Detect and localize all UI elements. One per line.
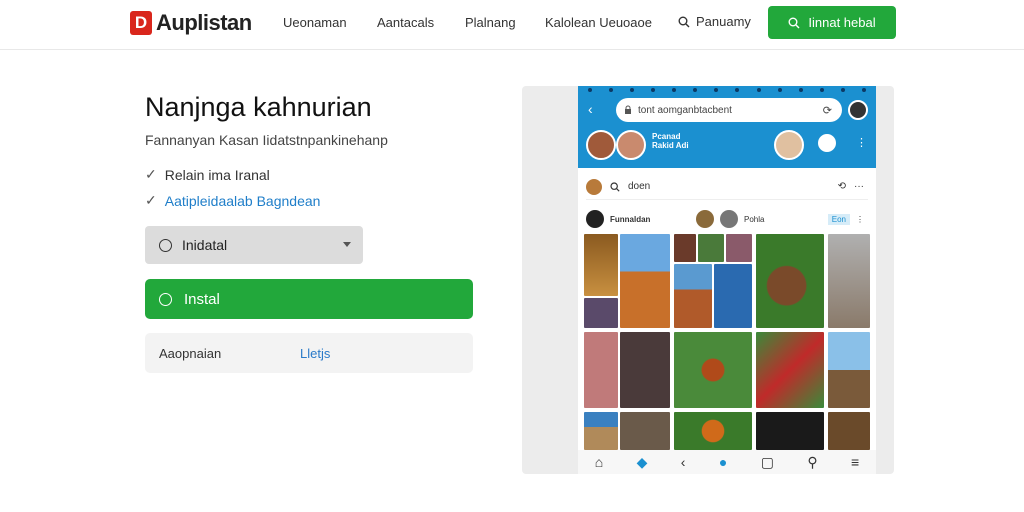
install-button[interactable]: Instal [145, 279, 473, 319]
avatar [586, 130, 616, 160]
nav-link-4[interactable]: Kalolean Ueuoaoe [545, 15, 652, 30]
post-header: Funnaldan Pohla Eon ⋮ [586, 204, 868, 234]
status-bar [588, 88, 866, 94]
search-icon [610, 181, 620, 192]
logo-text: Auplistan [156, 10, 252, 35]
menu-icon[interactable]: ≡ [851, 454, 859, 470]
avatar [616, 130, 646, 160]
avatar [586, 210, 604, 228]
avatar [720, 210, 738, 228]
more-icon[interactable]: ··· [854, 181, 864, 192]
url-text: tont aomganbtacbent [638, 104, 732, 116]
back-arrow-icon[interactable]: ‹ [588, 101, 593, 117]
post-title: Funnaldan [610, 214, 651, 224]
photo-tile[interactable] [726, 234, 752, 262]
photo-tile[interactable] [828, 332, 870, 408]
search-icon [788, 17, 800, 28]
nav-link-1[interactable]: Ueonaman [283, 15, 347, 30]
photo-tile[interactable] [620, 234, 670, 328]
more-icon[interactable]: ⋮ [856, 136, 867, 149]
nav-link-3[interactable]: Plalnang [465, 15, 516, 30]
photo-tile[interactable] [828, 234, 870, 328]
photo-tile[interactable] [620, 332, 670, 408]
nav-link-2[interactable]: Aantacals [377, 15, 434, 30]
info-row: Aaopnaian Lletjs [145, 333, 473, 373]
lock-icon [625, 105, 631, 114]
post-sub: Pohla [744, 214, 765, 224]
photo-tile[interactable] [756, 412, 824, 450]
app-preview: ‹ tont aomganbtacbent ⟳ Pcanad Rakid Adi… [522, 86, 894, 474]
edit-icon[interactable]: ⟲ [838, 181, 846, 192]
photo-tile[interactable] [674, 264, 712, 328]
phone-header: ‹ tont aomganbtacbent ⟳ Pcanad Rakid Adi… [578, 86, 876, 168]
home-icon[interactable]: ⌂ [595, 454, 603, 470]
logo-icon: D [130, 11, 152, 35]
profile-sub: Rakid Adi [652, 141, 689, 150]
url-bar[interactable]: tont aomganbtacbent ⟳ [616, 98, 842, 122]
nav-search-label: Panuamy [696, 14, 751, 29]
feature-item-1: ✓ Relain ima Iranal [145, 166, 270, 183]
radio-icon [159, 238, 172, 252]
install-header-label: Iinnat hebal [808, 15, 876, 30]
profile-name-block: Pcanad Rakid Adi [652, 132, 689, 150]
photo-tile[interactable] [698, 234, 724, 262]
photo-tile[interactable] [584, 234, 618, 296]
more-icon[interactable]: ⋮ [856, 215, 864, 224]
brand-logo[interactable]: D Auplistan [130, 10, 252, 36]
photo-tile[interactable] [584, 298, 618, 328]
share-icon[interactable]: ● [719, 454, 727, 470]
photo-tile[interactable] [674, 234, 696, 262]
avatar [696, 210, 714, 228]
avatar[interactable] [848, 100, 868, 120]
feature-label-1: Relain ima Iranal [164, 166, 270, 183]
avatar [586, 178, 602, 195]
photo-tile[interactable] [674, 412, 752, 450]
check-icon: ✓ [145, 192, 157, 208]
bookmark-icon[interactable]: ▢ [761, 454, 774, 471]
photo-tile[interactable] [756, 234, 824, 328]
chevron-down-icon [343, 242, 351, 247]
option-select-value: Inidatal [182, 237, 228, 253]
phone-bottom-nav: ⌂ ◆ ‹ ● ▢ ⚲ ≡ [578, 450, 876, 474]
photo-tile[interactable] [714, 264, 752, 328]
photo-tile[interactable] [674, 332, 752, 408]
top-header: D Auplistan Ueonaman Aantacals Plalnang … [0, 0, 1024, 50]
page-subtitle: Fannanyan Kasan Iidatstnpankinehanp [145, 132, 388, 148]
photo-tile[interactable] [756, 332, 824, 408]
chevron-left-icon[interactable]: ‹ [681, 454, 686, 470]
photo-tile[interactable] [584, 332, 618, 408]
phone-search-text: doen [628, 181, 651, 192]
notification-icon[interactable]: ◆ [637, 454, 648, 471]
install-header-button[interactable]: Iinnat hebal [768, 6, 896, 39]
radio-icon [159, 292, 172, 306]
phone-search-bar[interactable]: doen ⟲ ··· [586, 174, 868, 200]
photo-tile[interactable] [828, 412, 870, 450]
nav-search[interactable]: Panuamy [678, 14, 751, 29]
photo-tile[interactable] [584, 412, 618, 450]
info-row-link[interactable]: Lletjs [300, 346, 330, 361]
photo-tile[interactable] [620, 412, 670, 450]
add-icon[interactable] [818, 134, 836, 152]
refresh-icon[interactable]: ⟳ [823, 104, 832, 117]
search-icon[interactable]: ⚲ [807, 454, 817, 471]
info-row-label: Aaopnaian [159, 346, 222, 361]
option-select[interactable]: Inidatal [145, 226, 363, 264]
post-tag[interactable]: Eon [827, 213, 850, 225]
feature-label-2[interactable]: Aatipleidaalab Bagndean [165, 193, 321, 209]
profile-name: Pcanad [652, 132, 681, 141]
avatar [774, 130, 804, 160]
check-icon: ✓ [145, 166, 157, 182]
phone-screen: ‹ tont aomganbtacbent ⟳ Pcanad Rakid Adi… [578, 86, 876, 474]
search-icon [678, 16, 690, 27]
install-button-label: Instal [184, 290, 220, 308]
feature-item-2: ✓ Aatipleidaalab Bagndean [145, 192, 320, 209]
page-title: Nanjnga kahnurian [145, 92, 372, 122]
